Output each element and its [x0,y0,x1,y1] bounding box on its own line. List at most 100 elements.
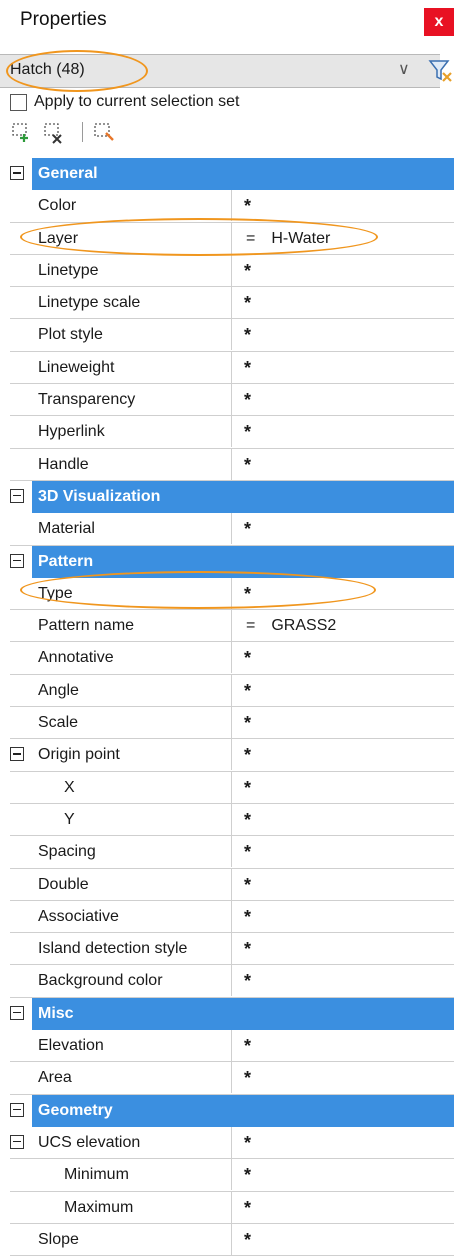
collapse-toggle-icon[interactable] [10,747,24,762]
property-name: Transparency [38,384,232,416]
property-value[interactable]: * [244,965,251,996]
window-title: Properties [20,9,107,30]
property-value[interactable]: * [244,352,251,383]
quick-select-button[interactable] [426,57,454,85]
property-value[interactable]: * [244,933,251,964]
property-row[interactable]: Hyperlink * [10,416,454,449]
property-row[interactable]: Scale * [10,707,454,740]
property-value[interactable]: * [244,1224,251,1255]
category-3d-visualization[interactable]: 3D Visualization [10,480,454,514]
property-grid: General Color * Layer = H-Water Linetype * L… [10,158,454,1257]
category-pattern[interactable]: Pattern [10,545,454,578]
property-row[interactable]: Angle * [10,674,454,708]
category-geometry[interactable]: Geometry [10,1094,454,1127]
property-value[interactable]: * [244,384,251,415]
property-name: Plot style [38,319,232,351]
property-name: Handle [38,448,232,480]
property-row[interactable]: Pattern name = GRASS2 [10,610,454,643]
property-row[interactable]: UCS elevation * [10,1126,454,1160]
add-to-selection-icon[interactable] [10,120,34,144]
property-name: Double [38,868,232,900]
property-name: Material [38,513,232,545]
collapse-toggle-icon[interactable] [10,166,24,180]
property-value[interactable]: * [244,513,251,544]
close-button[interactable]: x [424,8,454,36]
collapse-toggle-icon[interactable] [10,553,24,568]
property-value[interactable]: * [244,578,251,609]
apply-selection-row: Apply to current selection set [0,92,454,118]
property-name: X [38,771,232,803]
property-row[interactable]: Transparency * [10,384,454,417]
property-value[interactable]: * [244,449,251,480]
property-value[interactable]: * [244,1192,251,1223]
property-name: Origin point [38,739,232,771]
property-row[interactable]: Slope * [10,1223,454,1257]
property-row[interactable]: Handle * [10,448,454,481]
property-value[interactable]: * [244,869,251,900]
property-value[interactable]: * [244,1030,251,1061]
collapse-toggle-icon[interactable] [10,1102,24,1117]
property-value[interactable]: * [244,416,251,447]
equals-sign: = [246,229,256,247]
property-value[interactable]: = GRASS2 [246,610,336,641]
property-row[interactable]: Annotative * [10,642,454,675]
property-value[interactable]: = H-Water [246,223,330,254]
property-row[interactable]: X * [10,771,454,804]
property-name: Pattern name [38,610,232,642]
property-value[interactable]: * [244,1159,251,1190]
property-value[interactable]: * [244,739,251,770]
property-value[interactable]: * [244,642,251,673]
property-row[interactable]: Elevation * [10,1030,454,1063]
property-value[interactable]: * [244,804,251,835]
property-name: Type [38,577,232,609]
property-row[interactable]: Spacing * [10,836,454,869]
chevron-down-icon[interactable]: ∨ [398,59,410,79]
property-row[interactable]: Background color * [10,965,454,998]
property-value[interactable]: * [244,675,251,706]
property-row[interactable]: Type * [10,577,454,611]
pattern-name-value: GRASS2 [271,617,337,635]
property-name: Annotative [38,642,232,674]
property-name: Island detection style [38,933,232,965]
property-row[interactable]: Linetype * [10,254,454,288]
property-row[interactable]: Y * [10,803,454,837]
select-objects-icon[interactable] [92,120,116,144]
category-label: General [38,165,98,182]
category-general[interactable]: General [10,158,454,191]
property-value[interactable]: * [244,319,251,350]
property-name: UCS elevation [38,1126,232,1158]
property-name: Area [38,1062,232,1094]
property-row[interactable]: Plot style * [10,319,454,352]
property-row[interactable]: Area * [10,1062,454,1095]
property-row[interactable]: Maximum * [10,1191,454,1224]
category-label: 3D Visualization [38,487,161,505]
property-row[interactable]: Linetype scale * [10,287,454,320]
remove-from-selection-icon[interactable] [42,120,66,144]
property-row[interactable]: Lineweight * [10,351,454,385]
property-row[interactable]: Color * [10,190,454,223]
collapse-toggle-icon[interactable] [10,1005,24,1020]
property-value[interactable]: * [244,1127,251,1158]
category-misc[interactable]: Misc [10,997,454,1031]
property-name: Associative [38,900,232,932]
property-row[interactable]: Layer = H-Water [10,222,454,255]
property-value[interactable]: * [244,287,251,318]
property-value[interactable]: * [244,1062,251,1093]
apply-selection-label: Apply to current selection set [34,93,240,110]
property-row[interactable]: Origin point * [10,739,454,772]
collapse-toggle-icon[interactable] [10,488,24,503]
property-value[interactable]: * [244,901,251,932]
apply-selection-checkbox[interactable] [10,94,27,111]
property-value[interactable]: * [244,707,251,738]
property-row[interactable]: Minimum * [10,1159,454,1192]
property-row[interactable]: Island detection style * [10,933,454,966]
property-value[interactable]: * [244,255,251,286]
property-value[interactable]: * [244,772,251,803]
property-row[interactable]: Material * [10,513,454,546]
collapse-toggle-icon[interactable] [10,1134,24,1149]
property-value[interactable]: * [244,190,251,221]
property-row[interactable]: Double * [10,868,454,901]
property-row[interactable]: Associative * [10,900,454,934]
property-value[interactable]: * [244,836,251,867]
selection-dropdown[interactable]: Hatch (48) ∨ [0,54,452,88]
